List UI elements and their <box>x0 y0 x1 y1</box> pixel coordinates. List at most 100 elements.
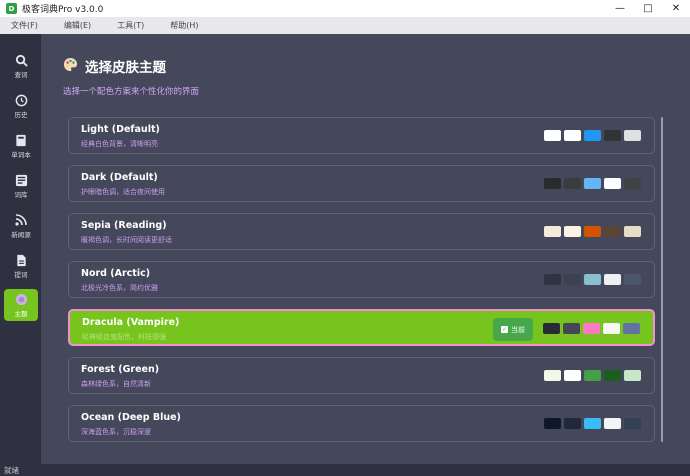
sidebar-item-news[interactable]: 新闻源 <box>4 210 38 242</box>
color-swatch <box>584 226 601 237</box>
color-swatch <box>584 370 601 381</box>
theme-description: 经典白色背景，清晰明亮 <box>81 140 158 148</box>
color-swatches <box>541 274 641 285</box>
sidebar-item-label: 单词本 <box>11 151 31 159</box>
sidebar-item-label: 提词 <box>14 271 28 279</box>
book-icon <box>14 133 28 147</box>
theme-card-nord[interactable]: Nord (Arctic) 北极光冷色系，简约优雅 <box>68 261 655 298</box>
color-swatches <box>541 418 641 429</box>
color-swatch <box>623 323 640 334</box>
color-swatch <box>564 418 581 429</box>
maximize-button[interactable]: □ <box>634 0 662 17</box>
theme-description: 经典吸血鬼配色，科技感强 <box>82 333 166 341</box>
color-swatch <box>624 274 641 285</box>
color-swatch <box>563 323 580 334</box>
main-panel: 选择皮肤主题 选择一个配色方案来个性化你的界面 Light (Default) … <box>41 34 690 464</box>
theme-card-dracula[interactable]: Dracula (Vampire) 经典吸血鬼配色，科技感强 ✓ 当前 <box>68 309 655 346</box>
sidebar: 查词 历史 单词本 词库 新闻源 提词 主题 <box>0 34 41 464</box>
sidebar-item-history[interactable]: 历史 <box>4 90 38 122</box>
color-swatch <box>584 418 601 429</box>
color-swatch <box>604 274 621 285</box>
color-swatch <box>544 226 561 237</box>
theme-card-sepia[interactable]: Sepia (Reading) 暖褐色调，长时间阅读更舒适 <box>68 213 655 250</box>
color-swatch <box>564 178 581 189</box>
color-swatch <box>564 370 581 381</box>
sidebar-item-prompt[interactable]: 提词 <box>4 250 38 282</box>
rss-icon <box>14 213 28 227</box>
theme-card-ocean[interactable]: Ocean (Deep Blue) 深海蓝色系，沉稳深邃 <box>68 405 655 442</box>
sidebar-item-label: 查词 <box>14 71 28 79</box>
color-swatch <box>603 323 620 334</box>
palette-icon <box>63 57 78 76</box>
color-swatch <box>544 130 561 141</box>
theme-description: 深海蓝色系，沉稳深邃 <box>81 428 151 436</box>
document-icon <box>14 253 28 267</box>
color-swatch <box>544 274 561 285</box>
theme-description: 护眼暗色调，适合夜间使用 <box>81 188 165 196</box>
theme-card-forest[interactable]: Forest (Green) 森林绿色系，自然清新 <box>68 357 655 394</box>
theme-card-dark[interactable]: Dark (Default) 护眼暗色调，适合夜间使用 <box>68 165 655 202</box>
sidebar-item-theme[interactable]: 主题 <box>4 289 38 321</box>
theme-icon <box>14 292 28 306</box>
theme-card-light[interactable]: Light (Default) 经典白色背景，清晰明亮 <box>68 117 655 154</box>
color-swatch <box>584 178 601 189</box>
page-subtitle: 选择一个配色方案来个性化你的界面 <box>63 87 200 97</box>
history-icon <box>14 93 28 107</box>
library-icon <box>14 173 28 187</box>
color-swatch <box>604 418 621 429</box>
menu-help[interactable]: 帮助(H) <box>163 20 205 31</box>
theme-name: Light (Default) <box>81 124 160 135</box>
app-icon: D <box>6 3 17 14</box>
theme-name: Dracula (Vampire) <box>82 317 180 328</box>
current-badge: ✓ 当前 <box>493 318 533 341</box>
color-swatch <box>624 226 641 237</box>
menu-file[interactable]: 文件(F) <box>4 20 45 31</box>
theme-description: 暖褐色调，长时间阅读更舒适 <box>81 236 172 244</box>
current-badge-label: 当前 <box>511 325 525 334</box>
color-swatch <box>624 418 641 429</box>
color-swatch <box>624 178 641 189</box>
sidebar-item-label: 新闻源 <box>11 231 31 239</box>
sidebar-item-label: 历史 <box>14 111 28 119</box>
theme-description: 森林绿色系，自然清新 <box>81 380 151 388</box>
color-swatch <box>564 130 581 141</box>
theme-name: Nord (Arctic) <box>81 268 151 279</box>
title-bar: D 极客词典Pro v3.0.0 — □ ✕ <box>0 0 690 17</box>
check-icon: ✓ <box>501 326 508 333</box>
theme-name: Forest (Green) <box>81 364 160 375</box>
color-swatch <box>604 130 621 141</box>
sidebar-item-library[interactable]: 词库 <box>4 170 38 202</box>
color-swatches <box>541 178 641 189</box>
minimize-button[interactable]: — <box>606 0 634 17</box>
color-swatch <box>604 178 621 189</box>
color-swatches <box>541 370 641 381</box>
theme-name: Ocean (Deep Blue) <box>81 412 181 423</box>
menu-bar: 文件(F) 编辑(E) 工具(T) 帮助(H) <box>0 17 690 34</box>
color-swatch <box>543 323 560 334</box>
color-swatch <box>544 178 561 189</box>
color-swatch <box>564 226 581 237</box>
status-text: 就绪 <box>4 466 19 475</box>
color-swatch <box>583 323 600 334</box>
sidebar-item-wordbook[interactable]: 单词本 <box>4 130 38 162</box>
window-title: 极客词典Pro v3.0.0 <box>22 5 104 15</box>
theme-name: Dark (Default) <box>81 172 158 183</box>
color-swatch <box>624 130 641 141</box>
color-swatches <box>541 226 641 237</box>
sidebar-item-label: 词库 <box>14 191 28 199</box>
theme-description: 北极光冷色系，简约优雅 <box>81 284 158 292</box>
color-swatch <box>544 370 561 381</box>
page-title: 选择皮肤主题 <box>63 56 166 76</box>
sidebar-item-search[interactable]: 查词 <box>4 50 38 82</box>
page-heading: 选择皮肤主题 <box>85 60 166 76</box>
status-bar: 就绪 <box>0 464 690 476</box>
menu-tools[interactable]: 工具(T) <box>110 20 151 31</box>
close-button[interactable]: ✕ <box>662 0 690 17</box>
scrollbar[interactable] <box>661 117 663 442</box>
color-swatch <box>564 274 581 285</box>
theme-name: Sepia (Reading) <box>81 220 167 231</box>
color-swatch <box>604 226 621 237</box>
menu-edit[interactable]: 编辑(E) <box>57 20 98 31</box>
color-swatches <box>540 323 640 334</box>
color-swatch <box>584 274 601 285</box>
